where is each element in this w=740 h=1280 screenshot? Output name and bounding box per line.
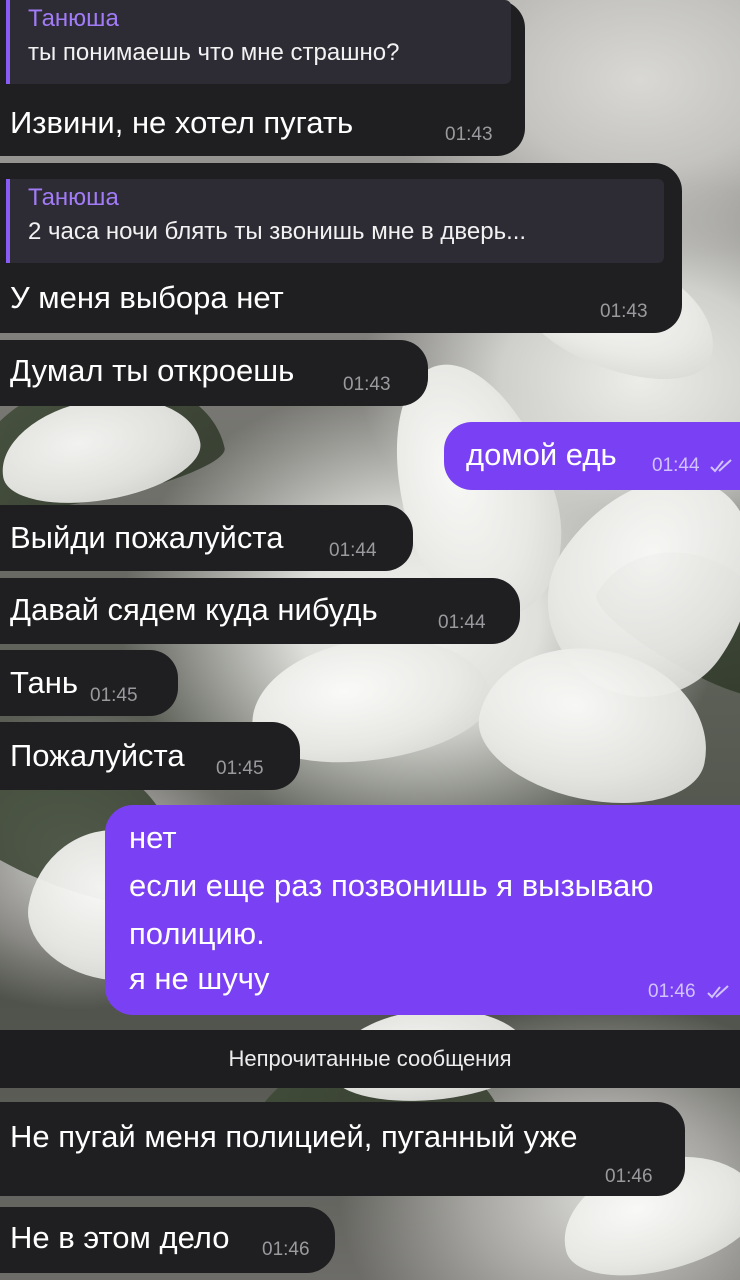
message-time: 01:45: [90, 685, 138, 706]
message-incoming[interactable]: Пожалуйста 01:45: [0, 722, 300, 790]
message-incoming[interactable]: Тань 01:45: [0, 650, 178, 716]
message-text-line: полицию.: [129, 916, 265, 951]
message-text-line: нет: [129, 820, 177, 855]
reply-quote[interactable]: Танюша 2 часа ночи блять ты звонишь мне …: [6, 179, 664, 263]
message-time: 01:43: [445, 124, 493, 145]
double-check-icon: [710, 459, 732, 473]
message-text: У меня выбора нет: [10, 280, 284, 315]
message-text: Пожалуйста: [10, 738, 185, 773]
reply-text: 2 часа ночи блять ты звонишь мне в дверь…: [28, 218, 527, 245]
message-text: Давай сядем куда нибудь: [10, 592, 378, 627]
message-text: Выйди пожалуйста: [10, 520, 284, 555]
reply-author: Танюша: [28, 184, 119, 211]
unread-divider-label: Непрочитанные сообщения: [228, 1046, 512, 1071]
unread-messages-divider: Непрочитанные сообщения: [0, 1030, 740, 1088]
message-time: 01:46: [605, 1166, 653, 1187]
message-incoming[interactable]: Не пугай меня полицией, пуганный уже 01:…: [0, 1102, 685, 1196]
message-text-line: я не шучу: [129, 961, 270, 996]
message-incoming[interactable]: Не в этом дело 01:46: [0, 1207, 335, 1273]
reply-author: Танюша: [28, 5, 119, 32]
message-incoming[interactable]: Давай сядем куда нибудь 01:44: [0, 578, 520, 644]
message-time: 01:44: [329, 540, 377, 561]
message-outgoing[interactable]: домой едь 01:44: [444, 422, 740, 490]
message-time: 01:45: [216, 758, 264, 779]
message-text-line: если еще раз позвонишь я вызываю: [129, 868, 654, 903]
message-time: 01:46: [648, 981, 696, 1002]
message-text: Не пугай меня полицией, пуганный уже: [10, 1119, 578, 1154]
message-time: 01:43: [600, 301, 648, 322]
message-outgoing[interactable]: нет если еще раз позвонишь я вызываю пол…: [105, 805, 740, 1015]
message-text: Не в этом дело: [10, 1220, 230, 1255]
message-incoming[interactable]: Выйди пожалуйста 01:44: [0, 505, 413, 571]
double-check-icon: [707, 985, 729, 999]
message-text: Тань: [10, 665, 79, 700]
reply-text: ты понимаешь что мне страшно?: [28, 39, 400, 66]
message-text: домой едь: [466, 437, 617, 472]
message-text: Извини, не хотел пугать: [10, 105, 354, 140]
message-time: 01:44: [652, 455, 700, 476]
reply-quote[interactable]: Танюша ты понимаешь что мне страшно?: [6, 0, 511, 84]
message-time: 01:43: [343, 374, 391, 395]
message-incoming[interactable]: Танюша ты понимаешь что мне страшно? Изв…: [0, 0, 525, 156]
message-incoming[interactable]: Думал ты откроешь 01:43: [0, 340, 428, 406]
message-time: 01:46: [262, 1239, 310, 1260]
message-text: Думал ты откроешь: [10, 353, 295, 388]
message-time: 01:44: [438, 612, 486, 633]
message-incoming[interactable]: Танюша 2 часа ночи блять ты звонишь мне …: [0, 163, 682, 333]
